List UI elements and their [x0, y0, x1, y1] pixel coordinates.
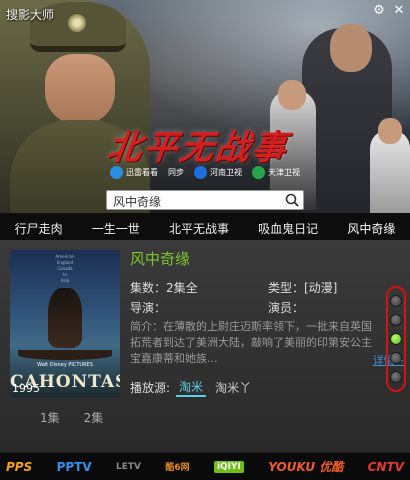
- tianjin-tv-logo-icon: [252, 166, 265, 179]
- detail-row: 集数：2集全 类型：[动漫]: [130, 277, 382, 297]
- gear-icon[interactable]: ⚙: [372, 4, 386, 18]
- close-icon[interactable]: ✕: [392, 4, 406, 18]
- henan-tv-logo-icon: [194, 166, 207, 179]
- pptv-logo[interactable]: PPTV: [57, 460, 92, 474]
- page-dot[interactable]: [390, 314, 402, 326]
- tab-walking-dead[interactable]: 行尸走肉: [13, 220, 65, 237]
- child-head: [278, 80, 306, 110]
- girl-head: [378, 118, 402, 144]
- banner-family-figures: [250, 10, 410, 213]
- play-sources: 播放源: 淘米 淘米丫: [130, 378, 254, 397]
- source-taomi-alt[interactable]: 淘米丫: [212, 379, 254, 396]
- banner-soldier-figure: [0, 0, 150, 213]
- tab-yi-sheng-yi-shi[interactable]: 一生一世: [90, 220, 142, 237]
- soldier-face: [45, 54, 115, 124]
- search-box: [106, 190, 304, 211]
- partner-label: 河南卫视: [210, 168, 242, 177]
- partner-tianjin-tv: 天津卫视: [252, 166, 300, 179]
- source-label: 播放源:: [130, 381, 171, 395]
- partner-henan-tv: 河南卫视: [194, 166, 242, 179]
- banner-partners: 迅雷看看 同步 河南卫视 天津卫视: [110, 166, 300, 179]
- episode-2[interactable]: 2集: [84, 409, 104, 426]
- poster-figure: [48, 288, 82, 348]
- xunlei-logo-icon: [110, 166, 123, 179]
- page-dot[interactable]: [390, 352, 402, 364]
- detail-row: 导演： 演员：: [130, 297, 382, 317]
- summary-text: 简介：在薄散的上尉庄迈斯率领下，一批来自英国拓荒者到达了美洲大陆，敲响了美丽的印…: [130, 320, 372, 365]
- search-input[interactable]: [107, 192, 277, 211]
- banner-show-title: 北平无战事: [104, 128, 291, 168]
- poster-image[interactable]: American England Canada In Asia Walt Dis…: [10, 250, 120, 397]
- ku6-logo[interactable]: 酷6网: [165, 460, 189, 473]
- letv-logo[interactable]: LETV: [116, 462, 141, 472]
- partner-label: 天津卫视: [268, 168, 300, 177]
- episode-list: 1集 2集: [40, 409, 103, 426]
- poster-credits: American England Canada In Asia: [55, 254, 75, 283]
- tab-pocahontas[interactable]: 风中奇缘: [345, 220, 397, 237]
- window-controls: ⚙ ✕: [372, 4, 406, 18]
- man-head: [330, 24, 372, 72]
- pps-logo[interactable]: PPS: [6, 460, 32, 474]
- episodes-info: 集数：2集全: [130, 280, 198, 295]
- source-taomi[interactable]: 淘米: [176, 378, 207, 397]
- tab-vampire-diaries[interactable]: 吸血鬼日记: [256, 220, 320, 237]
- partner-logo-bar: PPS PPTV LETV 酷6网 iQIYI YOUKU 优酷 CNTV: [0, 452, 410, 480]
- page-dot-active[interactable]: [390, 333, 402, 345]
- cntv-logo[interactable]: CNTV: [368, 460, 404, 474]
- poster-studio: Walt Disney PICTURES: [37, 362, 93, 368]
- show-tabs: 行尸走肉 一生一世 北平无战事 吸血鬼日记 风中奇缘: [0, 216, 410, 240]
- iqiyi-logo[interactable]: iQIYI: [213, 460, 244, 473]
- page-dot[interactable]: [390, 371, 402, 383]
- partner-xunlei: 迅雷看看: [110, 166, 158, 179]
- detail-panel: American England Canada In Asia Walt Dis…: [0, 240, 410, 452]
- partner-sync: 同步: [168, 167, 184, 178]
- episode-1[interactable]: 1集: [40, 409, 60, 426]
- page-indicator: [386, 286, 406, 392]
- tab-beiping[interactable]: 北平无战事: [167, 220, 231, 237]
- detail-title: 风中奇缘: [130, 250, 191, 268]
- banner[interactable]: 搜影大师 ⚙ ✕ 北平无战事 迅雷看看 同步 河南卫视 天津卫视: [0, 0, 410, 213]
- type-info: 类型：[动漫]: [268, 280, 338, 295]
- detail-info: 风中奇缘 集数：2集全 类型：[动漫] 导演： 演员： 简介：在薄散的上尉庄迈斯…: [130, 248, 382, 367]
- partner-label: 同步: [168, 168, 184, 177]
- page-dot[interactable]: [390, 295, 402, 307]
- poster-canoe: [18, 350, 112, 360]
- cast-info: 演员：: [268, 300, 305, 315]
- partner-label: 迅雷看看: [126, 168, 158, 177]
- search-icon[interactable]: [284, 192, 300, 208]
- youku-logo[interactable]: YOUKU 优酷: [268, 458, 343, 475]
- cap-badge-icon: [68, 14, 86, 32]
- app-title: 搜影大师: [6, 8, 55, 22]
- poster-year: 1995: [12, 382, 40, 395]
- director-info: 导演：: [130, 300, 167, 315]
